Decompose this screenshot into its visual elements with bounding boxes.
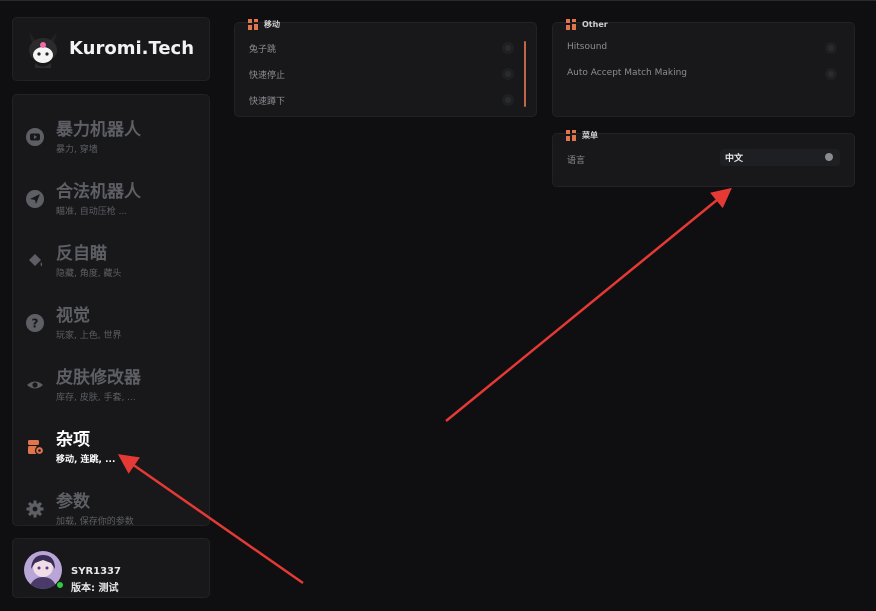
sidebar-item-subtitle: 玩家, 上色, 世界 — [56, 331, 122, 341]
hitsound-label: Hitsound — [567, 42, 608, 52]
eye-icon — [27, 381, 43, 389]
quickstop-toggle[interactable] — [502, 68, 514, 80]
sidebar-item-visuals[interactable]: ? 视觉 玩家, 上色, 世界 — [13, 293, 211, 349]
sidebar-item-title: 视觉 — [56, 306, 90, 326]
gear-icon — [26, 500, 44, 518]
sidebar-item-legitbot[interactable]: 合法机器人 瞄准, 自动压枪 ... — [13, 169, 211, 225]
sidebar-item-subtitle: 移动, 连跳, ... — [56, 455, 116, 465]
annotation-arrow-language — [445, 187, 732, 422]
sidebar-item-skinchanger[interactable]: 皮肤修改器 库存, 皮肤, 手套, ... — [13, 355, 211, 411]
grid-icon — [566, 129, 577, 141]
grid-icon — [566, 18, 577, 30]
sidebar-item-title: 参数 — [56, 492, 90, 512]
online-status-indicator — [56, 581, 64, 589]
sidebar-item-title: 暴力机器人 — [56, 120, 141, 140]
sidebar-item-subtitle: 暴力, 穿墙 — [56, 145, 98, 155]
other-group: Other Hitsound Auto Accept Match Making — [552, 18, 855, 117]
group-title: Other — [582, 19, 608, 29]
app-window: Kuromi.Tech 暴力机器人 暴力, 穿墙 合法机器人 瞄准, 自动压枪 … — [0, 0, 876, 611]
bunnyhop-label: 兔子跳 — [249, 45, 277, 55]
fastduck-label: 快速蹲下 — [249, 97, 286, 107]
language-value: 中文 — [725, 154, 744, 164]
send-icon — [26, 190, 44, 208]
group-header: 菜单 — [566, 129, 598, 141]
sidebar-item-subtitle: 库存, 皮肤, 手套, ... — [56, 393, 136, 403]
paint-bucket-icon — [29, 254, 43, 267]
sidebar-item-title: 皮肤修改器 — [56, 368, 141, 388]
auto-accept-label: Auto Accept Match Making — [567, 68, 688, 78]
quickstop-label: 快速停止 — [249, 71, 286, 81]
svg-text:?: ? — [32, 317, 39, 331]
group-header: Other — [566, 18, 608, 30]
brand-name: Kuromi.Tech — [69, 38, 195, 59]
sidebar-nav: 暴力机器人 暴力, 穿墙 合法机器人 瞄准, 自动压枪 ... 反自瞄 隐藏, … — [12, 94, 211, 527]
auto-accept-toggle[interactable] — [825, 68, 837, 80]
bunnyhop-toggle[interactable] — [502, 42, 514, 54]
username: SYR1337 — [71, 566, 121, 577]
sidebar-item-subtitle: 瞄准, 自动压枪 ... — [56, 207, 128, 217]
sidebar-item-title: 反自瞄 — [56, 244, 107, 264]
sidebar-item-subtitle: 加载, 保存你的参数 — [56, 517, 134, 527]
sidebar-item-misc[interactable]: 杂项 移动, 连跳, ... — [13, 417, 211, 473]
sidebar-item-config[interactable]: 参数 加载, 保存你的参数 — [13, 479, 211, 535]
group-header: 移动 — [248, 18, 280, 30]
misc-icon — [28, 440, 45, 456]
menu-group: 菜单 语言 中文 — [552, 129, 855, 187]
user-panel: SYR1337 版本: 测试 — [12, 538, 210, 598]
version-label: 版本: 测试 — [71, 583, 119, 594]
kuromi-icon — [29, 32, 57, 68]
sidebar-item-title: 杂项 — [56, 430, 90, 450]
question-icon: ? — [26, 314, 44, 332]
group-title: 菜单 — [582, 130, 598, 140]
sidebar-item-antiaim[interactable]: 反自瞄 隐藏, 角度, 藏头 — [13, 231, 211, 287]
fastduck-toggle[interactable] — [502, 94, 514, 106]
dropdown-indicator-icon — [825, 153, 833, 161]
sidebar-item-ragebot[interactable]: 暴力机器人 暴力, 穿墙 — [13, 107, 211, 163]
movement-group: 移动 兔子跳 快速停止 快速蹲下 — [234, 18, 537, 117]
group-title: 移动 — [264, 19, 280, 29]
sidebar-item-title: 合法机器人 — [56, 182, 141, 202]
hitsound-toggle[interactable] — [825, 42, 837, 54]
language-select[interactable]: 中文 — [720, 149, 840, 166]
grid-icon — [248, 18, 259, 30]
sidebar-item-subtitle: 隐藏, 角度, 藏头 — [56, 269, 122, 279]
logo-panel: Kuromi.Tech — [12, 17, 210, 81]
language-label: 语言 — [567, 156, 586, 166]
youtube-icon — [26, 128, 44, 146]
group-scrollbar[interactable] — [524, 41, 526, 107]
